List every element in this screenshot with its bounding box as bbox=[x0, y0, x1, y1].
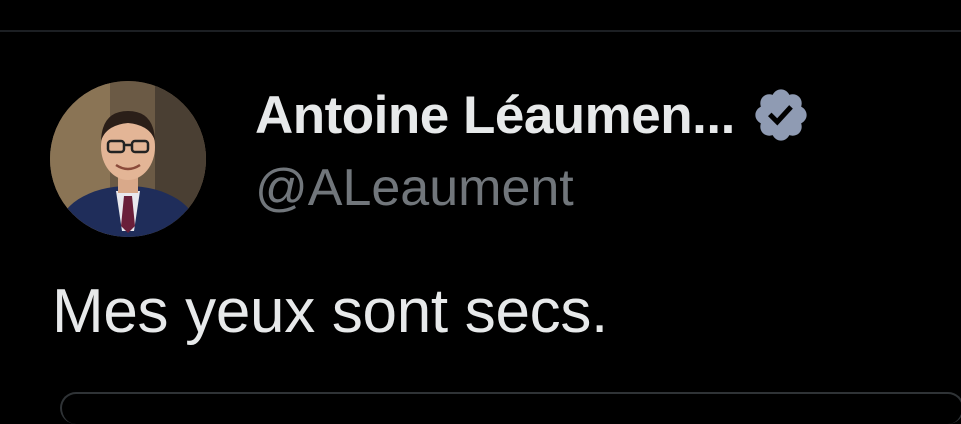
tweet-text: Mes yeux sont secs. bbox=[52, 277, 608, 346]
author-handle[interactable]: @ALeaument bbox=[255, 158, 574, 218]
avatar[interactable] bbox=[50, 81, 206, 237]
author-name-row[interactable]: Antoine Léaumen... bbox=[255, 82, 811, 148]
author-display-name[interactable]: Antoine Léaumen... bbox=[255, 85, 735, 146]
verified-badge-icon bbox=[751, 85, 811, 145]
avatar-photo bbox=[50, 81, 206, 237]
top-divider bbox=[0, 30, 961, 32]
embedded-card-edge[interactable] bbox=[60, 392, 961, 424]
